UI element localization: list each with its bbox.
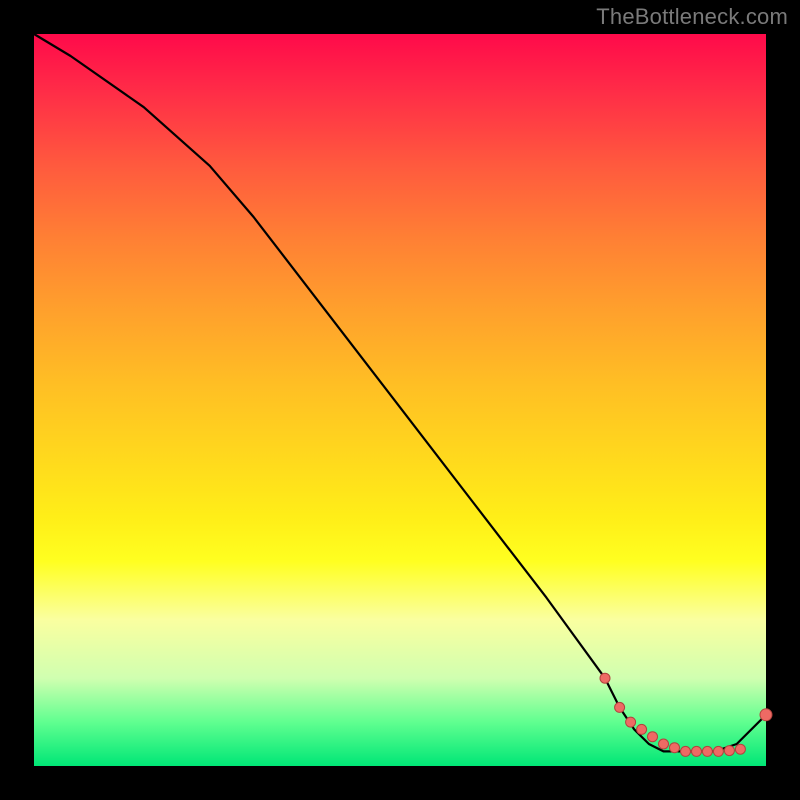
- data-point: [670, 743, 680, 753]
- data-point: [659, 739, 669, 749]
- data-point: [648, 732, 658, 742]
- bottleneck-curve: [34, 34, 766, 751]
- chart-frame: TheBottleneck.com: [0, 0, 800, 800]
- data-point: [626, 717, 636, 727]
- data-point: [735, 744, 745, 754]
- data-point: [713, 746, 723, 756]
- data-point: [600, 673, 610, 683]
- data-point: [681, 746, 691, 756]
- data-point: [692, 746, 702, 756]
- data-point: [702, 746, 712, 756]
- chart-overlay: [34, 34, 766, 766]
- data-point: [637, 724, 647, 734]
- data-point: [760, 709, 772, 721]
- watermark-text: TheBottleneck.com: [596, 4, 788, 30]
- data-point: [724, 746, 734, 756]
- data-point: [615, 702, 625, 712]
